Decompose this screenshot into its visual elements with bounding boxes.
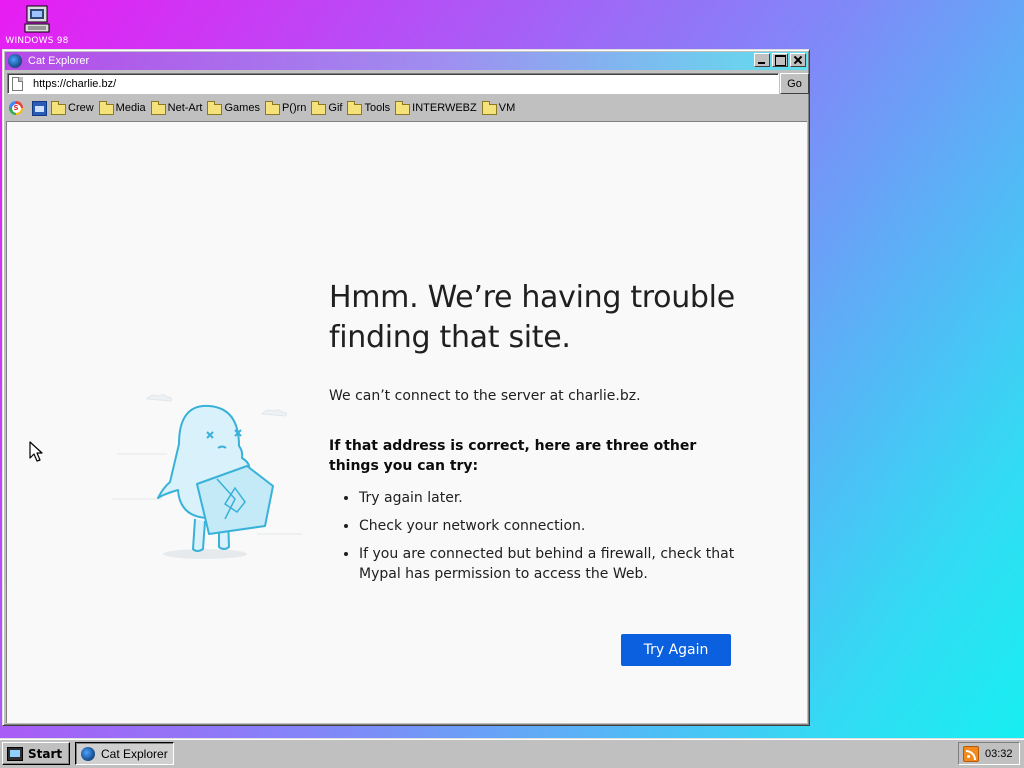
minimize-button[interactable] bbox=[754, 53, 770, 67]
computer-icon bbox=[23, 4, 51, 36]
window-bookmark[interactable] bbox=[31, 100, 47, 116]
title-bar[interactable]: Cat Explorer bbox=[5, 52, 807, 70]
rss-icon[interactable] bbox=[963, 745, 979, 762]
folder-icon bbox=[347, 100, 363, 115]
bookmark-porn[interactable]: P()rn bbox=[264, 100, 307, 115]
desktop-icon-windows[interactable]: WINDOWS 98 bbox=[2, 4, 72, 46]
address-row: https://charlie.bz/ Go bbox=[5, 72, 809, 96]
suggestions-list: Try again later. Check your network conn… bbox=[329, 488, 749, 584]
bookmark-tools[interactable]: Tools bbox=[347, 100, 391, 115]
bookmark-label: Games bbox=[224, 102, 260, 114]
bookmark-label: Net-Art bbox=[167, 102, 203, 114]
bookmark-interwebz[interactable]: INTERWEBZ bbox=[395, 100, 477, 115]
search-bookmark[interactable]: S bbox=[8, 100, 24, 116]
bookmark-gif[interactable]: Gif bbox=[311, 100, 343, 115]
suggestion-item: Try again later. bbox=[359, 488, 749, 508]
bookmark-label: VM bbox=[498, 102, 516, 114]
system-tray: 03:32 bbox=[958, 742, 1020, 765]
window-icon bbox=[31, 100, 47, 116]
bookmark-label: Tools bbox=[364, 102, 391, 114]
error-message: Hmm. We’re having trouble finding that s… bbox=[329, 278, 749, 592]
folder-icon bbox=[150, 100, 166, 115]
close-button[interactable] bbox=[790, 53, 806, 67]
clock: 03:32 bbox=[985, 747, 1013, 760]
globe-icon bbox=[81, 746, 95, 761]
bookmark-label: Crew bbox=[68, 102, 94, 114]
bookmark-label: Gif bbox=[328, 102, 343, 114]
browser-window: Cat Explorer https://charlie.bz/ Go S Cr… bbox=[2, 49, 810, 726]
taskbar-item-label: Cat Explorer bbox=[101, 746, 168, 761]
s-logo-icon: S bbox=[9, 101, 23, 115]
suggestion-item: If you are connected but behind a firewa… bbox=[359, 544, 749, 584]
bookmark-label: INTERWEBZ bbox=[412, 102, 477, 114]
folder-icon bbox=[311, 100, 327, 115]
maximize-button[interactable] bbox=[772, 53, 788, 67]
folder-icon bbox=[51, 100, 66, 115]
go-button[interactable]: Go bbox=[780, 73, 809, 94]
error-heading: Hmm. We’re having trouble finding that s… bbox=[329, 280, 735, 355]
globe-icon bbox=[8, 54, 22, 68]
start-button[interactable]: Start bbox=[2, 742, 70, 765]
bookmark-label: Media bbox=[115, 102, 146, 114]
error-description: We can’t connect to the server at charli… bbox=[329, 388, 641, 404]
desktop-icon-label: WINDOWS 98 bbox=[5, 36, 69, 46]
bookmark-net-art[interactable]: Net-Art bbox=[150, 100, 203, 115]
folder-icon bbox=[481, 100, 497, 115]
bookmark-games[interactable]: Games bbox=[207, 100, 260, 115]
bookmark-media[interactable]: Media bbox=[98, 100, 146, 115]
taskbar: Start Cat Explorer 03:32 bbox=[0, 738, 1024, 768]
folder-icon bbox=[98, 100, 114, 115]
window-title: Cat Explorer bbox=[28, 55, 90, 67]
try-again-button[interactable]: Try Again bbox=[621, 634, 731, 666]
confused-dino-illustration bbox=[112, 394, 302, 559]
start-logo-icon bbox=[7, 746, 23, 761]
bookmark-label: P()rn bbox=[281, 102, 307, 114]
taskbar-item-cat-explorer[interactable]: Cat Explorer bbox=[75, 742, 174, 765]
folder-icon bbox=[264, 100, 280, 115]
page-icon bbox=[12, 76, 23, 91]
page-content: Hmm. We’re having trouble finding that s… bbox=[6, 121, 807, 723]
folder-icon bbox=[207, 100, 223, 115]
address-bar[interactable]: https://charlie.bz/ bbox=[7, 73, 779, 94]
folder-icon bbox=[395, 100, 411, 115]
bookmark-vm[interactable]: VM bbox=[481, 100, 516, 115]
start-label: Start bbox=[28, 746, 63, 761]
suggestion-item: Check your network connection. bbox=[359, 516, 749, 536]
suggestions-heading: If that address is correct, here are thr… bbox=[329, 438, 697, 474]
mouse-cursor-icon bbox=[29, 441, 43, 462]
bookmark-crew[interactable]: Crew bbox=[51, 100, 94, 115]
bookmarks-bar: S Crew Media Net-Art Games P()rn Gif Too… bbox=[5, 97, 807, 119]
address-input[interactable]: https://charlie.bz/ bbox=[33, 78, 116, 90]
